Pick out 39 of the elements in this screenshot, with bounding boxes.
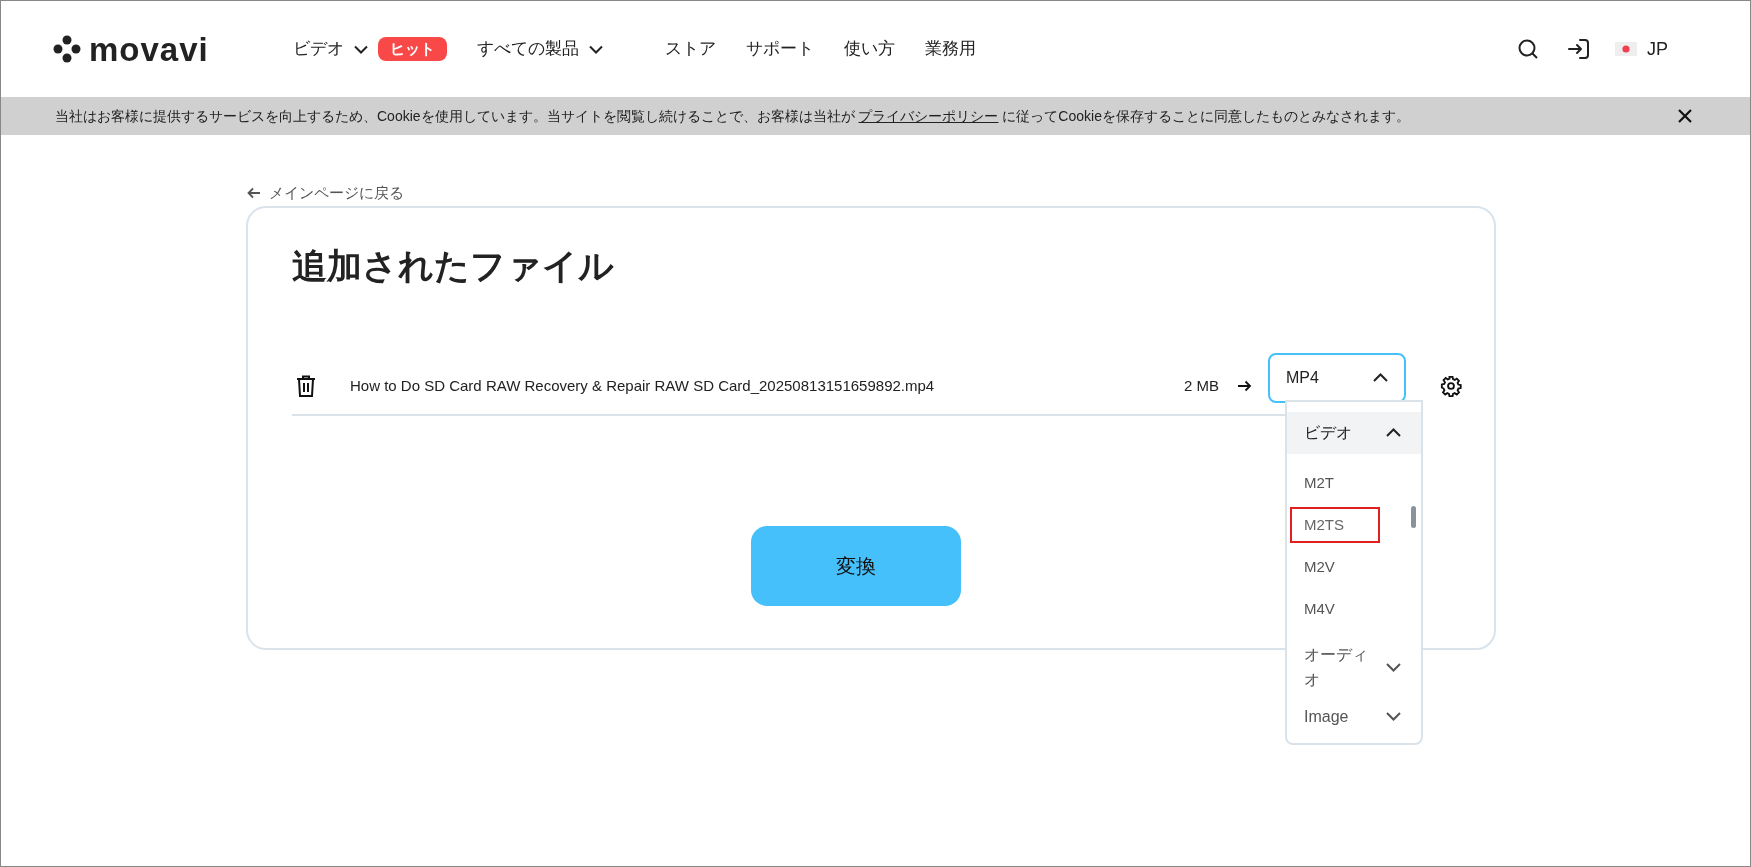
format-group[interactable]: オーディオ <box>1287 637 1421 697</box>
flag-icon[interactable] <box>1615 42 1637 56</box>
file-name: How to Do SD Card RAW Recovery & Repair RAW SD Card_20250813151659892.mp4 <box>350 375 936 396</box>
search-icon[interactable] <box>1517 38 1539 60</box>
chevron-down-icon <box>354 44 368 54</box>
logo-icon <box>53 35 81 63</box>
format-group[interactable]: Image <box>1287 696 1421 737</box>
format-option[interactable]: M4V <box>1290 590 1380 627</box>
close-icon[interactable] <box>1678 109 1692 123</box>
format-option[interactable]: M2V <box>1290 548 1380 585</box>
scrollbar-thumb[interactable] <box>1411 505 1416 528</box>
format-option[interactable]: M2T <box>1290 464 1380 501</box>
chevron-down-icon <box>1386 712 1401 722</box>
nav-link[interactable]: すべての製品 <box>477 36 603 62</box>
language-selector[interactable]: JP <box>1647 35 1668 63</box>
cookie-notice: 当社はお客様に提供するサービスを向上するため、Cookieを使用しています。当サイトを閲覧し続けることで、お客様は当社が プライバシーポリシー に従ってCookieを保存することに同意したものとみなされます。 <box>55 106 1411 126</box>
nav-link[interactable]: ストア <box>665 36 716 62</box>
chevron-down-icon <box>1386 662 1401 672</box>
page-title: 追加されたファイル <box>292 245 615 287</box>
chevron-up-icon <box>1386 428 1401 438</box>
trash-icon[interactable] <box>296 374 316 397</box>
chevron-down-icon <box>589 44 603 54</box>
nav-link[interactable]: ビデオ <box>293 36 368 62</box>
settings-icon[interactable] <box>1440 374 1462 397</box>
format-group[interactable]: ビデオ <box>1287 411 1421 454</box>
login-icon[interactable] <box>1567 37 1591 61</box>
back-link[interactable]: メインページに戻る <box>247 185 1496 200</box>
format-option[interactable]: M2TS <box>1290 506 1380 543</box>
logo-text[interactable]: movavi <box>89 32 209 66</box>
convert-button[interactable]: 変換 <box>751 525 961 606</box>
nav-link[interactable]: 業務用 <box>925 36 976 62</box>
chevron-up-icon <box>1373 373 1388 383</box>
arrow-left-icon <box>247 186 261 199</box>
nav-link[interactable]: 使い方 <box>844 36 895 62</box>
file-size: 2 MB <box>1184 375 1219 396</box>
privacy-policy-link[interactable]: プライバシーポリシー <box>858 107 999 124</box>
hit-badge: ヒット <box>378 36 447 62</box>
arrow-right-icon <box>1237 379 1252 392</box>
nav-link[interactable]: サポート <box>746 36 814 62</box>
